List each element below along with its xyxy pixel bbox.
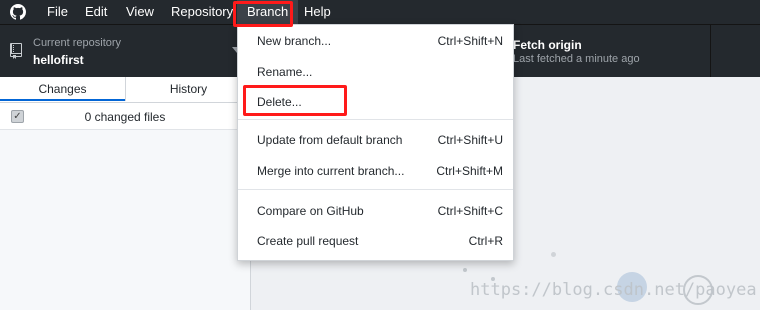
watermark-text: https://blog.csdn.net/paoyea	[470, 280, 757, 300]
fetch-origin-subtitle: Last fetched a minute ago	[513, 53, 640, 65]
menu-item-label: Rename...	[257, 65, 313, 79]
menu-item-label: Compare on GitHub	[257, 204, 364, 218]
decorative-dot	[551, 252, 556, 257]
menu-item-label: Create pull request	[257, 234, 359, 248]
menu-item-shortcut: Ctrl+Shift+N	[437, 34, 503, 48]
tab-changes[interactable]: Changes	[0, 77, 125, 101]
fetch-origin-title: Fetch origin	[513, 38, 582, 52]
tab-history[interactable]: History	[125, 77, 251, 101]
menu-repository[interactable]: Repository	[171, 0, 233, 24]
github-logo-icon	[10, 4, 26, 20]
menu-item-shortcut: Ctrl+R	[468, 234, 503, 248]
menu-item-create-pull-request[interactable]: Create pull request Ctrl+R	[238, 230, 513, 252]
menu-item-shortcut: Ctrl+Shift+M	[436, 164, 503, 178]
menu-item-update-from-default[interactable]: Update from default branch Ctrl+Shift+U	[238, 129, 513, 151]
sidebar-tabs: Changes History	[0, 77, 250, 103]
current-repository-button[interactable]: Current repository hellofirst	[0, 25, 251, 77]
current-repository-name: hellofirst	[33, 53, 84, 67]
menu-item-shortcut: Ctrl+Shift+C	[437, 204, 503, 218]
menu-item-new-branch[interactable]: New branch... Ctrl+Shift+N	[238, 30, 513, 52]
menu-item-merge[interactable]: Merge into current branch... Ctrl+Shift+…	[238, 160, 513, 182]
menu-edit[interactable]: Edit	[85, 0, 107, 24]
changed-files-count: 0 changed files	[84, 110, 166, 124]
menu-item-shortcut: Ctrl+Shift+U	[437, 133, 503, 147]
annotation-highlight-branch	[233, 1, 293, 27]
menu-separator	[238, 189, 513, 190]
menu-item-rename[interactable]: Rename...	[238, 61, 513, 83]
menu-file[interactable]: File	[47, 0, 68, 24]
annotation-highlight-delete	[243, 85, 347, 116]
menu-bar: File Edit View Repository Branch Help	[0, 0, 760, 24]
menu-separator	[238, 119, 513, 120]
changes-header: ✓ 0 changed files	[0, 103, 250, 130]
menu-view[interactable]: View	[126, 0, 154, 24]
sidebar: Changes History ✓ 0 changed files	[0, 77, 251, 310]
menu-item-label: Merge into current branch...	[257, 164, 405, 178]
menu-item-label: New branch...	[257, 34, 332, 48]
current-repository-caption: Current repository	[33, 37, 122, 49]
menu-item-compare-on-github[interactable]: Compare on GitHub Ctrl+Shift+C	[238, 200, 513, 222]
decorative-dot	[463, 268, 467, 272]
menu-item-label: Update from default branch	[257, 133, 403, 147]
fetch-origin-button[interactable]: Fetch origin Last fetched a minute ago	[500, 25, 711, 77]
repository-icon	[10, 43, 22, 59]
branch-menu: New branch... Ctrl+Shift+N Rename... Del…	[237, 24, 514, 261]
menu-help[interactable]: Help	[304, 0, 331, 24]
